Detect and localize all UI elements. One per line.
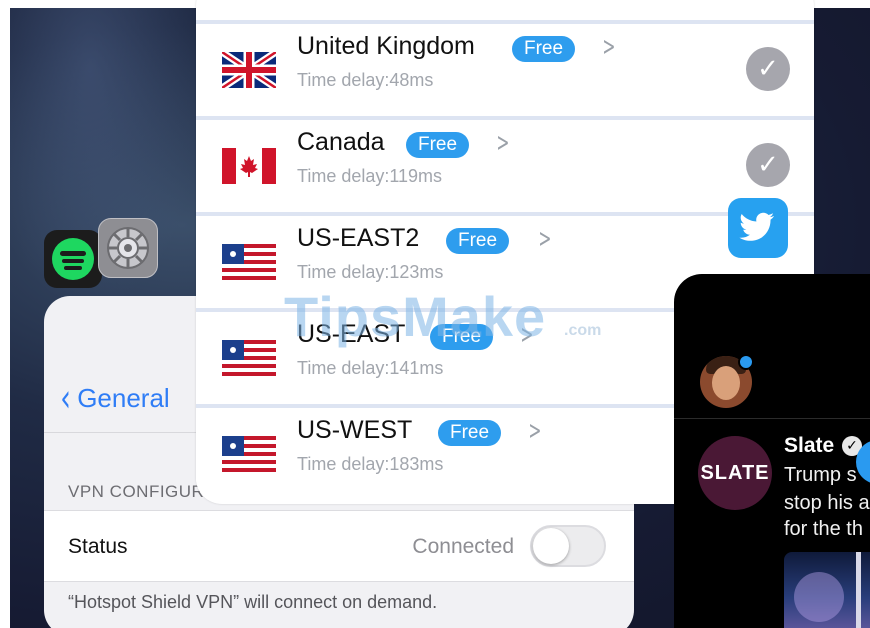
chevron-right-icon: > xyxy=(538,224,552,254)
us-flag-icon xyxy=(222,436,276,472)
time-delay: Time delay:141ms xyxy=(297,358,444,378)
slate-avatar[interactable]: SLATE xyxy=(698,436,772,510)
time-delay: Time delay:48ms xyxy=(297,70,434,90)
back-button-label: General xyxy=(77,382,170,413)
gear-icon xyxy=(107,227,149,269)
checkmark-icon: ✓ xyxy=(746,143,790,187)
notification-dot xyxy=(738,354,754,370)
server-country: United Kingdom xyxy=(297,32,475,60)
status-row: Status Connected xyxy=(44,510,634,582)
server-row-united-kingdom[interactable]: United Kingdom Free > Time delay:48ms ✓ xyxy=(196,24,814,116)
server-row-canada[interactable]: Canada Free > Time delay:119ms ✓ xyxy=(196,120,814,212)
time-delay: Time delay:183ms xyxy=(297,454,444,474)
watermark-suffix: .com xyxy=(564,322,602,339)
timeline-divider xyxy=(674,418,870,419)
checkmark-icon: ✓ xyxy=(746,47,790,91)
chevron-left-icon: ‹ xyxy=(60,376,71,420)
free-badge: Free xyxy=(446,228,510,254)
tweet-text-line: Trump s xyxy=(784,464,857,486)
twitter-app-card[interactable]: SLATE Slate ✓ Trump s stop his a for the… xyxy=(674,274,870,628)
server-country: US-EAST2 xyxy=(297,224,420,252)
server-country: US-WEST xyxy=(297,416,413,444)
free-badge: Free xyxy=(438,420,502,446)
status-value: Connected xyxy=(412,535,514,558)
chevron-right-icon: > xyxy=(496,128,510,158)
chevron-right-icon: > xyxy=(602,32,616,62)
chevron-right-icon: > xyxy=(528,416,542,446)
twitter-app-icon[interactable] xyxy=(728,198,788,258)
watermark: TipsMake .com xyxy=(284,284,604,354)
back-button[interactable]: ‹ General xyxy=(58,376,170,420)
time-delay: Time delay:119ms xyxy=(297,166,443,186)
spotify-app-icon[interactable] xyxy=(44,230,102,288)
tweet-text-line: for the th xyxy=(784,518,863,540)
us-flag-icon xyxy=(222,244,276,280)
settings-app-icon[interactable] xyxy=(98,218,158,278)
twitter-bird-icon xyxy=(739,212,774,241)
free-badge: Free xyxy=(512,36,576,62)
us-flag-icon xyxy=(222,340,276,376)
canada-flag-icon xyxy=(222,148,276,184)
footer-note: “Hotspot Shield VPN” will connect on dem… xyxy=(68,592,438,612)
tweet-text-line: stop his a xyxy=(784,492,870,514)
toggle-knob xyxy=(533,528,569,564)
time-delay: Time delay:123ms xyxy=(297,262,444,282)
app-switcher-screen: ‹ General VPN CONFIGURA Status Connected… xyxy=(0,0,870,628)
uk-flag-icon xyxy=(222,52,276,88)
status-label: Status xyxy=(68,535,128,558)
tweet-media-image[interactable] xyxy=(784,552,870,628)
watermark-text: TipsMake xyxy=(284,285,547,348)
free-badge: Free xyxy=(406,132,470,158)
spotify-logo xyxy=(52,238,94,280)
server-country: Canada xyxy=(297,128,385,156)
vpn-toggle[interactable] xyxy=(530,525,606,567)
tweet-author-name[interactable]: Slate xyxy=(784,434,834,458)
section-header: VPN CONFIGURA xyxy=(68,482,217,501)
